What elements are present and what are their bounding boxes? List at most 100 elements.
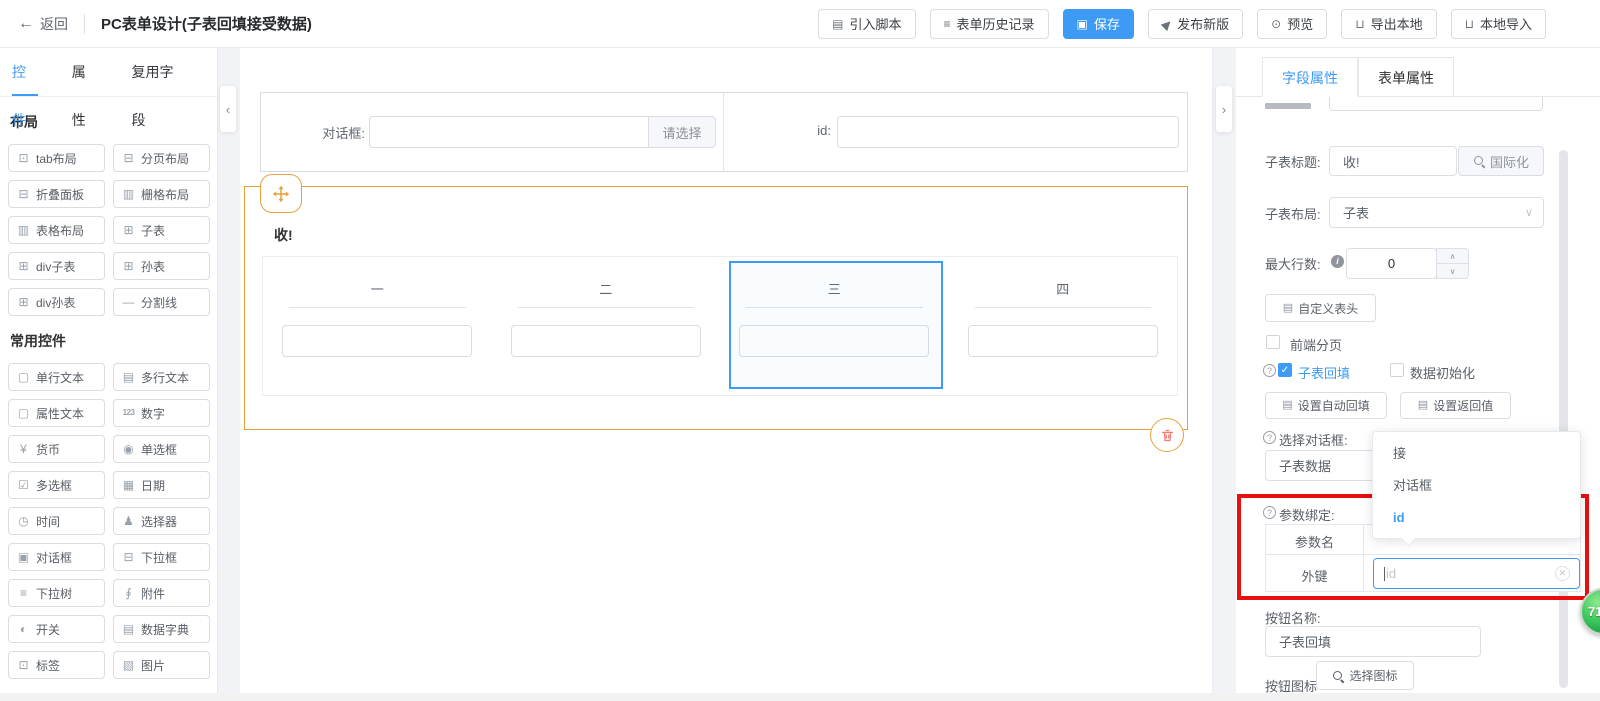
custom-header-button[interactable]: ▤ 自定义表头 xyxy=(1265,294,1376,322)
dropdown-item[interactable]: 接 xyxy=(1373,438,1580,470)
script-icon: ▤ xyxy=(832,18,843,30)
button-name-input[interactable]: 子表回填 xyxy=(1265,626,1481,657)
control-grandchild-table[interactable]: ⊞孙表 xyxy=(113,252,210,280)
back-arrow-icon: ← xyxy=(18,16,34,32)
control-dropdown-tree[interactable]: ≡下拉树 xyxy=(8,579,105,607)
stepper-up-button[interactable]: ∧ xyxy=(1437,249,1468,264)
control-label: 开关 xyxy=(36,621,60,638)
table-divider xyxy=(1266,554,1580,555)
control-label: 对话框 xyxy=(36,549,72,566)
control-grid-layout[interactable]: ▥栅格布局 xyxy=(113,180,210,208)
control-divider-line[interactable]: —分割线 xyxy=(113,288,210,316)
front-paging-checkbox[interactable] xyxy=(1266,335,1280,349)
control-tab-layout[interactable]: ⊡tab布局 xyxy=(8,144,105,172)
backfill-checkbox[interactable]: ✓ xyxy=(1278,363,1292,377)
question-icon: ? xyxy=(1263,431,1276,444)
sidebar-tab-reuse-fields[interactable]: 复用字段 xyxy=(132,48,184,96)
sidebar-tab-controls[interactable]: 控件 xyxy=(12,48,38,96)
collapse-panel-icon: ⊟ xyxy=(15,188,32,200)
button-name-label: 按钮名称: xyxy=(1265,608,1321,627)
publish-button[interactable]: ▶发布新版 xyxy=(1148,9,1243,39)
control-label: div孙表 xyxy=(36,294,75,311)
subtable-cell-input[interactable] xyxy=(282,325,472,357)
form-history-button[interactable]: ≡表单历史记录 xyxy=(930,9,1049,39)
save-button[interactable]: ▣保存 xyxy=(1063,9,1134,39)
auto-backfill-button[interactable]: ▤ 设置自动回填 xyxy=(1265,392,1387,419)
control-attachment[interactable]: ∮附件 xyxy=(113,579,210,607)
control-image[interactable]: ▧图片 xyxy=(113,651,210,679)
sidebar-tab-properties[interactable]: 属性 xyxy=(72,48,98,96)
data-init-checkbox[interactable] xyxy=(1390,363,1404,377)
subtable-layout-label: 子表布局: xyxy=(1265,204,1321,223)
control-time[interactable]: ◷时间 xyxy=(8,507,105,535)
control-div-grandchild-table[interactable]: ⊞div孙表 xyxy=(8,288,105,316)
foreign-key-input[interactable]: id ✕ xyxy=(1373,558,1580,589)
i18n-button-label: 国际化 xyxy=(1490,152,1529,171)
control-switch[interactable]: ◐开关 xyxy=(8,615,105,643)
back-button[interactable]: ← 返回 xyxy=(18,14,68,34)
control-table-layout[interactable]: ▥表格布局 xyxy=(8,216,105,244)
preview-button[interactable]: ⊙预览 xyxy=(1257,9,1327,39)
control-collapse-panel[interactable]: ⊟折叠面板 xyxy=(8,180,105,208)
list-icon: ▤ xyxy=(1282,400,1292,411)
control-dialog[interactable]: ▣对话框 xyxy=(8,543,105,571)
control-multi-line-text[interactable]: ▤ 多行文本 xyxy=(113,363,210,391)
dropdown-item[interactable]: id xyxy=(1373,502,1580,534)
control-tag[interactable]: ⊡标签 xyxy=(8,651,105,679)
control-radio[interactable]: ◉单选框 xyxy=(113,435,210,463)
column-header: 四 xyxy=(1056,279,1069,298)
control-subtable[interactable]: ⊞子表 xyxy=(113,216,210,244)
button-label: 本地导入 xyxy=(1480,14,1532,33)
control-picker[interactable]: ♟选择器 xyxy=(113,507,210,535)
control-attribute-text[interactable]: ▢属性文本 xyxy=(8,399,105,427)
control-div-subtable[interactable]: ⊞div子表 xyxy=(8,252,105,280)
control-single-line-text[interactable]: ▢单行文本 xyxy=(8,363,105,391)
yen-icon: ¥ xyxy=(15,443,32,455)
dialog-input[interactable] xyxy=(369,116,649,148)
collapse-left-button[interactable]: ‹ xyxy=(220,86,236,132)
panel-scrollbar[interactable] xyxy=(1559,150,1568,688)
properties-panel: 字段属性表单属性 子表标题: 收! 国际化 子表布局: 子表 ∨ 最大行数: i… xyxy=(1236,48,1600,701)
choose-icon-button[interactable]: 选择图标 xyxy=(1316,661,1414,690)
stepper-down-button[interactable]: ∨ xyxy=(1437,264,1468,278)
clipped-field-input[interactable] xyxy=(1329,97,1543,111)
id-input[interactable] xyxy=(837,116,1179,148)
delete-subtable-button[interactable] xyxy=(1150,418,1184,452)
multi-line-text-icon: ▤ xyxy=(120,371,137,383)
control-label: 下拉框 xyxy=(141,549,177,566)
move-icon xyxy=(272,185,290,203)
max-rows-input[interactable]: 0 xyxy=(1346,248,1437,279)
subtable-cell-input[interactable] xyxy=(968,325,1158,357)
import-local-button[interactable]: ⊔本地导入 xyxy=(1451,9,1546,39)
subtable-layout-select[interactable]: 子表 ∨ xyxy=(1329,197,1544,228)
control-number[interactable]: 123数字 xyxy=(113,399,210,427)
export-local-button[interactable]: ⊔导出本地 xyxy=(1341,9,1436,39)
subtable-cell-input[interactable] xyxy=(739,325,929,357)
single-line-text-icon: ▢ xyxy=(15,371,32,383)
history-list-icon: ≡ xyxy=(944,18,951,30)
control-data-dictionary[interactable]: ▤数据字典 xyxy=(113,615,210,643)
button-label: 保存 xyxy=(1094,14,1120,33)
controls-sidebar: 控件属性复用字段 布局⊡tab布局⊟分页布局⊟折叠面板▥栅格布局▥表格布局⊞子表… xyxy=(0,48,218,701)
i18n-button[interactable]: 国际化 xyxy=(1458,146,1544,176)
panel-tab-form-properties[interactable]: 表单属性 xyxy=(1358,57,1454,97)
clear-icon[interactable]: ✕ xyxy=(1555,566,1570,581)
control-checkbox[interactable]: ☑多选框 xyxy=(8,471,105,499)
choose-button[interactable]: 请选择 xyxy=(649,116,716,148)
horizontal-scrollbar-track[interactable] xyxy=(0,693,1600,701)
control-pagination-layout[interactable]: ⊟分页布局 xyxy=(113,144,210,172)
control-currency[interactable]: ¥货币 xyxy=(8,435,105,463)
custom-header-label: 自定义表头 xyxy=(1298,300,1358,317)
import-script-button[interactable]: ▤引入脚本 xyxy=(818,9,915,39)
subtable-cell-input[interactable] xyxy=(511,325,701,357)
subtable-title-input[interactable]: 收! xyxy=(1329,146,1457,176)
collapse-right-button[interactable]: › xyxy=(1216,86,1232,132)
choose-icon-label: 选择图标 xyxy=(1349,667,1397,684)
control-label: 多行文本 xyxy=(141,369,189,386)
panel-tab-field-properties[interactable]: 字段属性 xyxy=(1262,57,1358,97)
control-date[interactable]: ▦日期 xyxy=(113,471,210,499)
control-dropdown[interactable]: ⊟下拉框 xyxy=(113,543,210,571)
return-value-button[interactable]: ▤ 设置返回值 xyxy=(1400,392,1511,419)
dropdown-item[interactable]: 对话框 xyxy=(1373,470,1580,502)
drag-handle[interactable] xyxy=(260,174,302,213)
